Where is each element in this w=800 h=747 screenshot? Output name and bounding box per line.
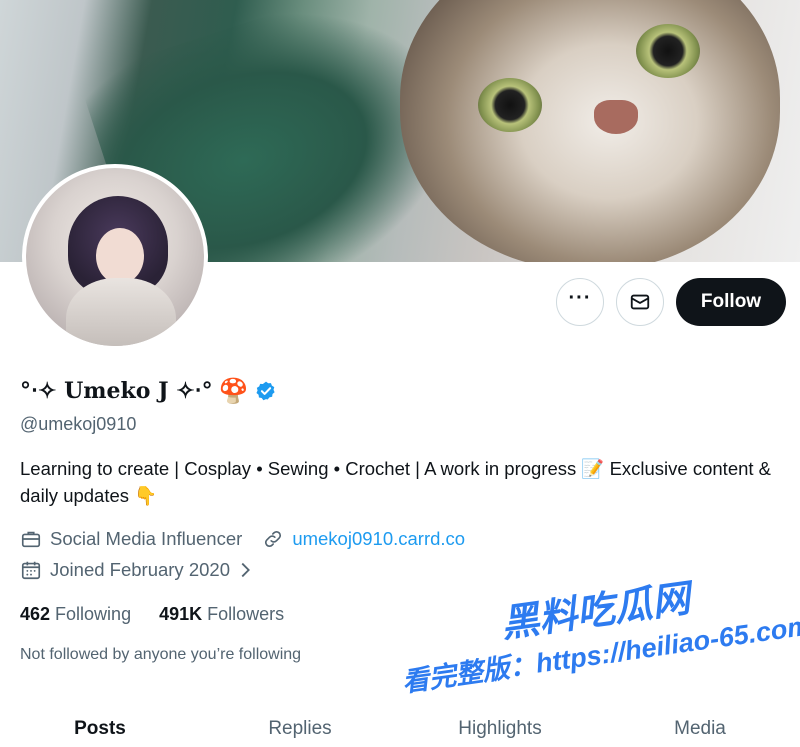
profile-avatar[interactable]: [22, 164, 208, 350]
more-options-label: ···: [568, 287, 592, 309]
profile-bio: Learning to create | Cosplay • Sewing • …: [20, 458, 772, 506]
profile-stats: 462 Following 491K Followers: [20, 604, 312, 625]
banner-cat-nose: [594, 100, 638, 134]
tab-highlights[interactable]: Highlights: [400, 704, 600, 747]
verified-badge-icon[interactable]: [255, 380, 277, 402]
mushroom-emoji: 🍄: [218, 377, 249, 405]
watermark-title: 黑料吃瓜网: [498, 577, 693, 646]
banner-cat: [400, 0, 780, 262]
followers-count: 491K: [159, 604, 203, 624]
following-stat[interactable]: 462 Following: [20, 604, 131, 625]
not-followed-notice: Not followed by anyone you’re following: [20, 646, 302, 663]
profile-joined-date: Joined February 2020: [50, 559, 230, 580]
following-count: 462: [20, 604, 51, 624]
tab-media[interactable]: Media: [600, 704, 800, 747]
more-options-button[interactable]: ···: [556, 278, 604, 326]
profile-handle: @umekoj0910: [20, 414, 137, 434]
profile-joined-row[interactable]: Joined February 2020: [20, 559, 256, 581]
avatar-face: [96, 228, 144, 284]
profile-category: Social Media Influencer: [50, 528, 243, 549]
followers-stat[interactable]: 491K Followers: [159, 604, 284, 625]
tab-posts[interactable]: Posts: [0, 704, 200, 747]
briefcase-icon: [21, 531, 41, 548]
tab-replies[interactable]: Replies: [200, 704, 400, 747]
link-icon: [265, 530, 282, 548]
banner-cat-eye: [478, 78, 542, 132]
banner-cat-eye: [636, 24, 700, 78]
mail-icon: [630, 294, 650, 310]
chevron-right-icon: [241, 562, 250, 578]
followers-label: Followers: [207, 604, 285, 624]
avatar-body: [66, 278, 176, 346]
profile-tabs: Posts Replies Highlights Media: [0, 704, 800, 747]
watermark-overlay: 黑料吃瓜网 看完整版：https://heiliao-65.com: [400, 578, 800, 720]
calendar-icon: [21, 561, 41, 580]
watermark-url: 看完整版：https://heiliao-65.com: [400, 610, 800, 698]
profile-name-row: °‧✧ Umeko J ✧‧° 🍄: [20, 374, 277, 408]
profile-website-link[interactable]: umekoj0910.carrd.co: [292, 528, 465, 550]
follow-button[interactable]: Follow: [676, 278, 786, 326]
following-label: Following: [55, 604, 132, 624]
display-name: °‧✧ Umeko J ✧‧°: [20, 378, 213, 404]
message-button[interactable]: [616, 278, 664, 326]
profile-meta-row: Social Media Influencer umekoj0910.carrd…: [20, 528, 465, 550]
